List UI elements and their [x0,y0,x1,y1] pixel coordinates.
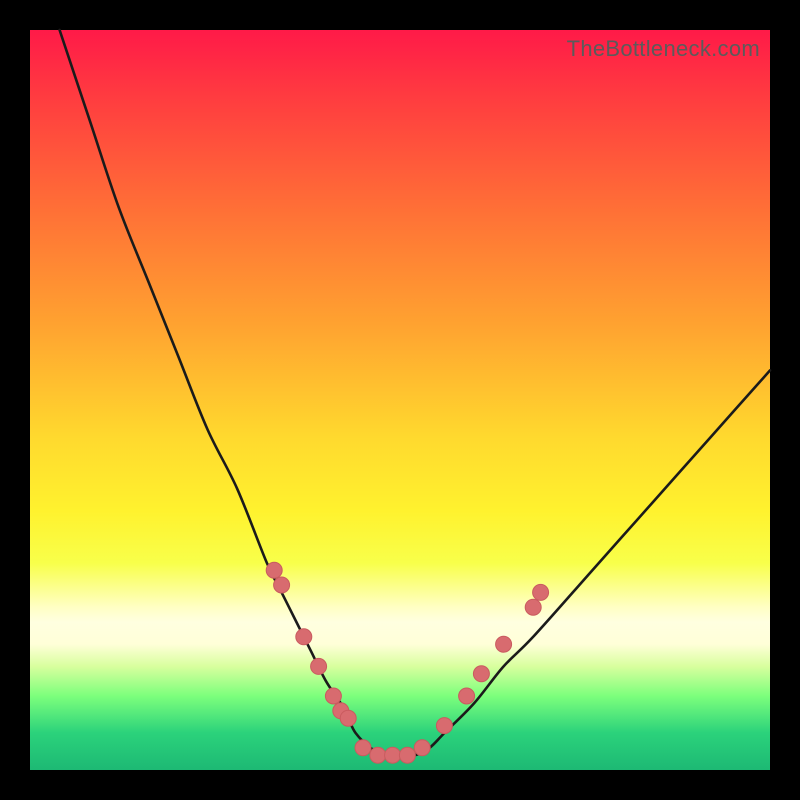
data-marker [414,740,430,756]
data-marker [473,666,489,682]
data-marker [533,584,549,600]
data-marker [355,740,371,756]
data-marker [399,747,415,763]
data-marker [385,747,401,763]
bottleneck-curve [60,30,770,756]
curve-layer [30,30,770,770]
data-marker [370,747,386,763]
data-marker [325,688,341,704]
data-marker [266,562,282,578]
data-marker [459,688,475,704]
data-marker [311,658,327,674]
data-marker [274,577,290,593]
data-marker [525,599,541,615]
data-marker [496,636,512,652]
data-marker [340,710,356,726]
chart-frame: TheBottleneck.com [0,0,800,800]
data-marker [296,629,312,645]
plot-area: TheBottleneck.com [30,30,770,770]
data-marker [436,718,452,734]
